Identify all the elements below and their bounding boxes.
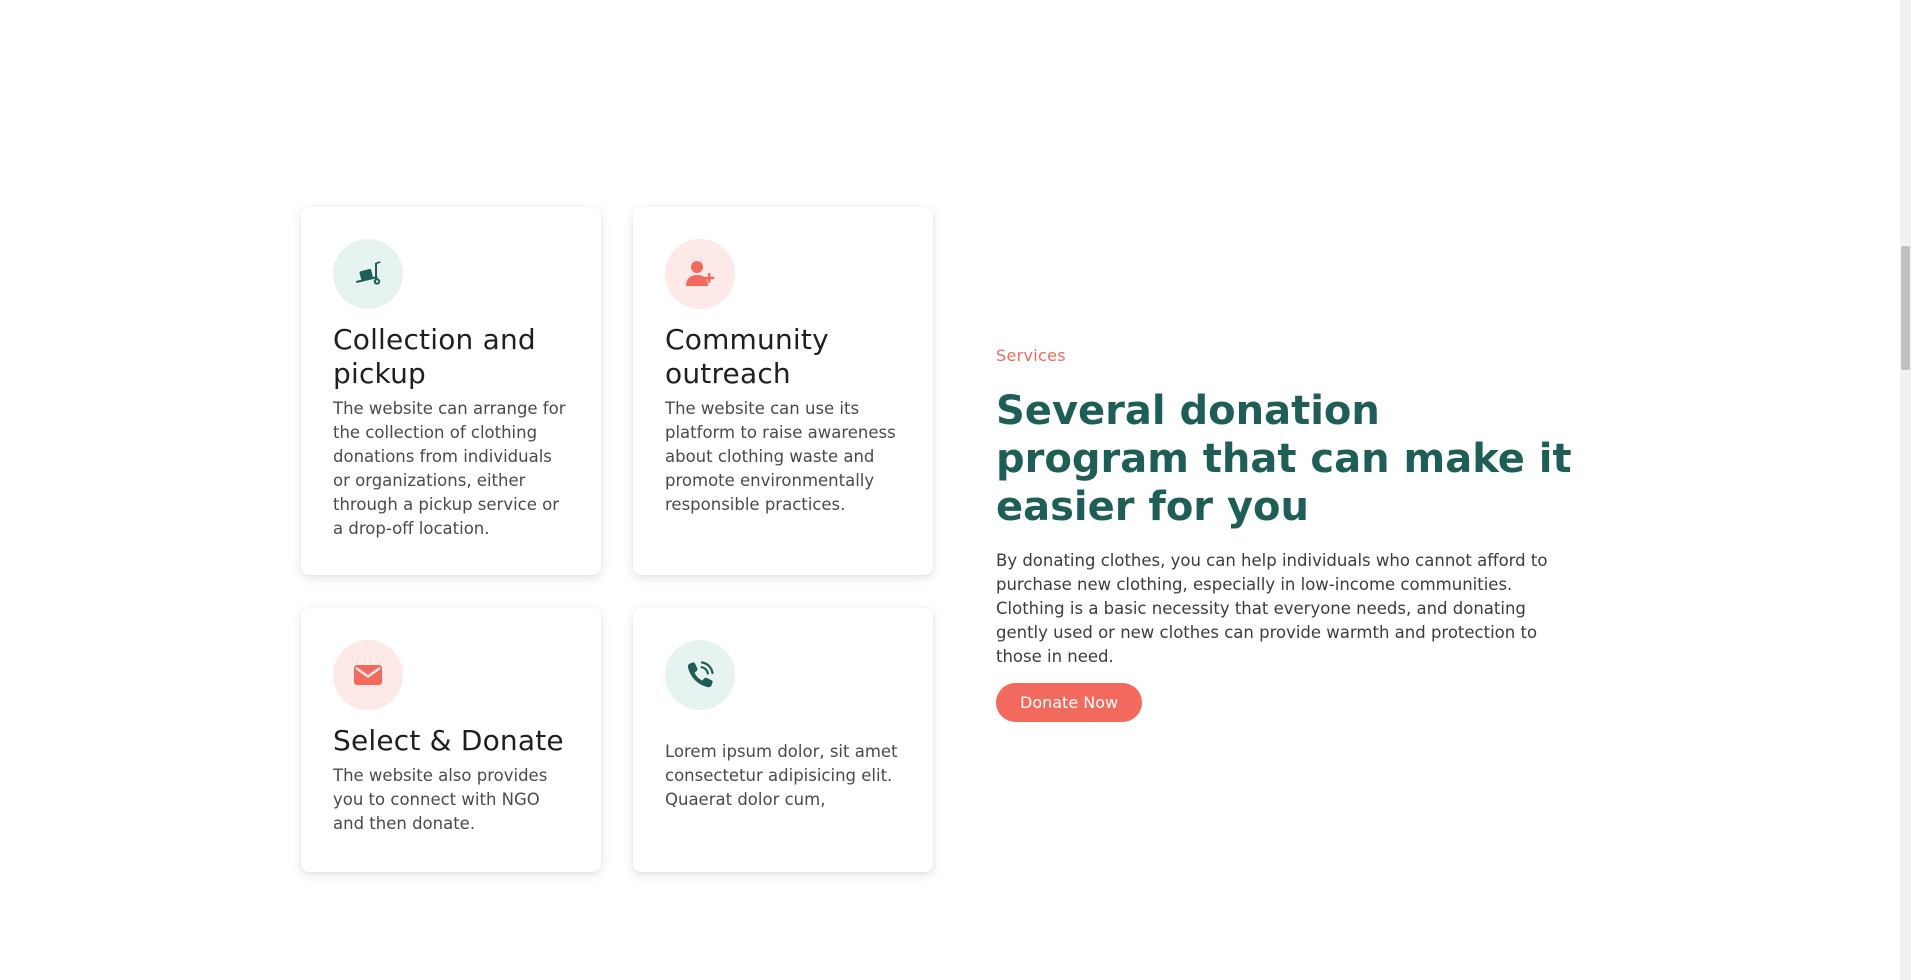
section-eyebrow: Services: [996, 346, 1066, 365]
donate-now-button[interactable]: Donate Now: [996, 683, 1143, 722]
service-card-outreach: Community outreach The website can use i…: [633, 207, 933, 575]
services-intro: Services Several donation program that c…: [996, 346, 1576, 722]
service-card-collection: Collection and pickup The website can ar…: [301, 207, 601, 575]
scrollbar-thumb[interactable]: [1901, 246, 1910, 370]
user-plus-icon: [665, 239, 735, 309]
card-text: The website also provides you to connect…: [333, 766, 548, 833]
card-text: Lorem ipsum dolor, sit amet consectetur …: [665, 742, 898, 809]
phone-volume-icon: [665, 640, 735, 710]
card-title: Community outreach: [665, 323, 829, 390]
card-text: The website can use its platform to rais…: [665, 399, 896, 514]
service-card-contact: Lorem ipsum dolor, sit amet consectetur …: [633, 608, 933, 872]
card-text: The website can arrange for the collecti…: [333, 399, 566, 538]
section-description: By donating clothes, you can help indivi…: [996, 551, 1548, 666]
services-section: Collection and pickup The website can ar…: [0, 0, 1911, 980]
card-title: Select & Donate: [333, 724, 564, 757]
service-card-select-donate: Select & Donate The website also provide…: [301, 608, 601, 872]
scrollbar-track[interactable]: [1900, 0, 1911, 980]
card-title: Collection and pickup: [333, 323, 536, 390]
hand-truck-icon: [333, 239, 403, 309]
section-headline: Several donation program that can make i…: [996, 388, 1572, 530]
envelope-icon: [333, 640, 403, 710]
